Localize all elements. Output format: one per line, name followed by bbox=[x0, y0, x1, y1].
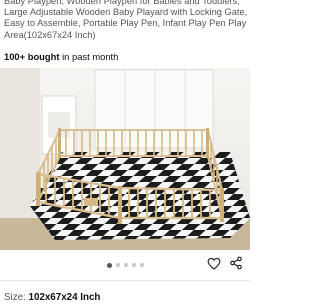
bought-suffix: in past month bbox=[59, 51, 119, 62]
size-value: 102x67x24 Inch bbox=[28, 292, 101, 303]
carousel-dot[interactable] bbox=[106, 262, 112, 268]
product-title[interactable]: Baby Playpen, Wooden Playpen for Babies … bbox=[4, 0, 248, 41]
carousel-dot[interactable] bbox=[139, 263, 144, 267]
bought-in-past-month: 100+ bought in past month bbox=[4, 51, 118, 62]
heart-icon bbox=[207, 257, 221, 270]
bought-count: 100+ bought bbox=[4, 51, 60, 62]
carousel-dot[interactable] bbox=[115, 263, 120, 267]
share-icon bbox=[230, 256, 242, 270]
playpen-illustration bbox=[0, 68, 250, 250]
size-label: Size: bbox=[4, 292, 26, 303]
carousel-dot[interactable] bbox=[123, 263, 128, 267]
share-button[interactable] bbox=[227, 254, 245, 272]
divider bbox=[0, 280, 250, 281]
product-image[interactable] bbox=[0, 68, 250, 250]
carousel-dot[interactable] bbox=[131, 263, 136, 267]
favorite-button[interactable] bbox=[205, 254, 223, 272]
size-selector[interactable]: Size: 102x67x24 Inch bbox=[4, 292, 100, 303]
